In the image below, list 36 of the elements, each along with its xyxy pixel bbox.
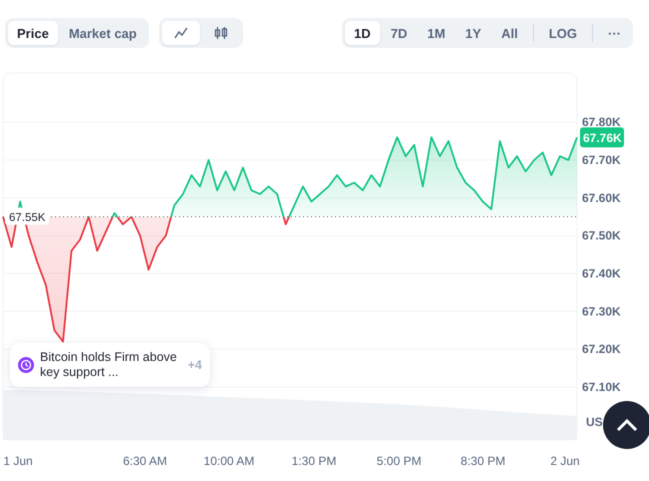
x-axis-label: 6:30 AM bbox=[122, 454, 168, 468]
y-axis-label: 67.30K bbox=[582, 304, 621, 318]
y-axis-label: 67.60K bbox=[582, 190, 621, 205]
log-button[interactable]: LOG bbox=[540, 21, 586, 45]
y-axis-label: 67.10K bbox=[582, 380, 621, 394]
range-tab[interactable]: 1D bbox=[344, 21, 380, 45]
x-axis-label: 1 Jun bbox=[3, 454, 33, 468]
view-tab[interactable]: Market cap bbox=[60, 21, 146, 45]
range-tab[interactable]: 7D bbox=[382, 21, 416, 45]
range-tab[interactable]: 1M bbox=[418, 21, 454, 45]
scroll-up-button[interactable] bbox=[603, 401, 649, 449]
news-count: +4 bbox=[188, 358, 202, 372]
y-axis-label: 67.80K bbox=[582, 115, 621, 130]
x-axis-label: 1:30 PM bbox=[292, 454, 336, 468]
x-axis-label: 10:00 AM bbox=[204, 454, 254, 468]
range-tab[interactable]: 1Y bbox=[456, 21, 490, 45]
view-tab[interactable]: Price bbox=[8, 21, 58, 45]
news-headline: Bitcoin holds Firm above key support ... bbox=[40, 350, 178, 380]
clock-icon bbox=[18, 357, 34, 373]
baseline-label: 67.55K bbox=[5, 208, 49, 225]
currency-label: US bbox=[586, 415, 603, 429]
y-axis-label: 67.50K bbox=[582, 228, 621, 243]
x-axis-label: 8:30 PM bbox=[460, 454, 506, 468]
line-chart-icon bbox=[174, 27, 188, 39]
x-axis-label: 2 Jun bbox=[550, 454, 580, 468]
more-button[interactable]: ··· bbox=[599, 21, 630, 45]
y-axis-label: 67.40K bbox=[582, 266, 621, 281]
y-axis-label: 67.70K bbox=[582, 153, 621, 168]
candlestick-icon bbox=[214, 26, 228, 40]
price-label: 67.76K bbox=[580, 127, 624, 148]
line-chart-button[interactable] bbox=[162, 21, 200, 45]
chevron-up-icon bbox=[616, 418, 638, 432]
x-axis-label: 5:00 PM bbox=[376, 454, 422, 468]
range-tab[interactable]: All bbox=[492, 21, 527, 45]
ref-line-label: 67.55K bbox=[9, 212, 46, 224]
y-axis-label: 67.20K bbox=[582, 342, 621, 356]
